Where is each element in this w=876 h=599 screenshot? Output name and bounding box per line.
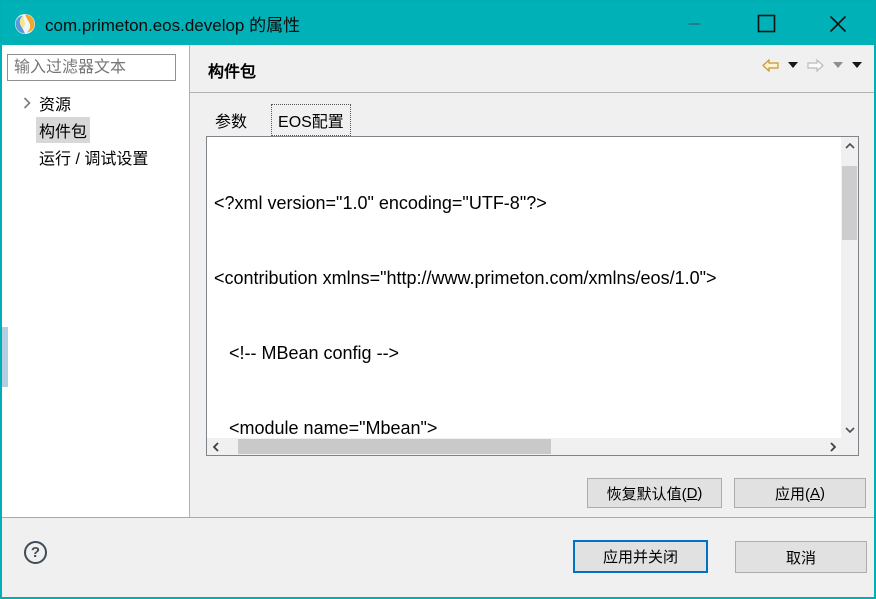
- scroll-left-icon[interactable]: [207, 438, 224, 455]
- button-label: ): [820, 485, 825, 502]
- properties-dialog: com.primeton.eos.develop 的属性 资源: [0, 0, 876, 599]
- cancel-button[interactable]: 取消: [735, 541, 867, 573]
- back-history-dropdown-icon[interactable]: [788, 62, 798, 68]
- help-icon[interactable]: ?: [24, 541, 47, 564]
- chevron-right-icon[interactable]: [18, 97, 36, 109]
- tab-eos-config[interactable]: EOS配置: [271, 104, 351, 136]
- minimize-icon[interactable]: [658, 2, 730, 45]
- app-icon: [14, 13, 36, 35]
- button-label: 应用(: [775, 483, 810, 504]
- vertical-scrollbar[interactable]: [841, 137, 858, 438]
- xml-editor-text[interactable]: <?xml version="1.0" encoding="UTF-8"?> <…: [207, 137, 841, 438]
- sidebar-item-label: 资源: [36, 90, 74, 116]
- xml-line: <contribution xmlns="http://www.primeton…: [214, 266, 841, 291]
- titlebar: com.primeton.eos.develop 的属性: [2, 2, 874, 45]
- button-label: 恢复默认值(: [607, 483, 687, 504]
- maximize-icon[interactable]: [730, 2, 802, 45]
- view-menu-dropdown-icon[interactable]: [852, 62, 862, 68]
- xml-line: <!-- MBean config -->: [214, 341, 841, 366]
- filter-input[interactable]: [7, 54, 176, 81]
- tab-parameters[interactable]: 参数: [208, 104, 254, 136]
- page-title: 构件包: [208, 58, 256, 82]
- horizontal-scrollbar[interactable]: [207, 438, 841, 455]
- sidebar-item-resources[interactable]: 资源: [2, 89, 188, 116]
- header-separator: [190, 92, 874, 93]
- apply-button[interactable]: 应用(A): [734, 478, 866, 508]
- vertical-scrollbar-thumb[interactable]: [842, 166, 857, 240]
- button-mnemonic: A: [810, 485, 820, 502]
- scroll-down-icon[interactable]: [841, 421, 858, 438]
- dialog-button-bar: ? 应用并关闭 取消: [2, 517, 874, 597]
- sidebar-item-label: 运行 / 调试设置: [36, 144, 151, 170]
- sidebar-item-label: 构件包: [36, 117, 90, 143]
- xml-line: <module name="Mbean">: [214, 416, 841, 438]
- xml-line: <?xml version="1.0" encoding="UTF-8"?>: [214, 191, 841, 216]
- scrollbar-corner: [841, 438, 858, 455]
- preference-tree: 资源 构件包 运行 / 调试设置: [2, 89, 188, 170]
- button-label: ): [697, 485, 702, 502]
- sidebar: 资源 构件包 运行 / 调试设置: [2, 45, 190, 517]
- tab-bar: 参数 EOS配置: [208, 104, 351, 136]
- apply-and-close-button[interactable]: 应用并关闭: [573, 540, 708, 573]
- dialog-body: 资源 构件包 运行 / 调试设置 构件包: [2, 45, 874, 517]
- xml-editor: <?xml version="1.0" encoding="UTF-8"?> <…: [206, 136, 859, 456]
- window-title: com.primeton.eos.develop 的属性: [45, 11, 300, 36]
- back-arrow-icon[interactable]: [762, 59, 779, 72]
- button-mnemonic: D: [687, 485, 698, 502]
- horizontal-scrollbar-thumb[interactable]: [238, 439, 551, 454]
- page-navigation: [762, 56, 862, 74]
- window-controls: [658, 2, 874, 45]
- restore-defaults-button[interactable]: 恢复默认值(D): [587, 478, 722, 508]
- forward-arrow-icon[interactable]: [807, 59, 824, 72]
- forward-history-dropdown-icon[interactable]: [833, 62, 843, 68]
- window-resize-sash[interactable]: [2, 327, 8, 387]
- sidebar-item-component-package[interactable]: 构件包: [2, 116, 188, 143]
- help-glyph: ?: [31, 544, 40, 561]
- sidebar-item-run-debug-settings[interactable]: 运行 / 调试设置: [2, 143, 188, 170]
- main-panel: 构件包 参数 EOS配置 <?xml version=: [190, 45, 874, 517]
- scroll-right-icon[interactable]: [824, 438, 841, 455]
- scroll-up-icon[interactable]: [841, 137, 858, 154]
- close-icon[interactable]: [802, 2, 874, 45]
